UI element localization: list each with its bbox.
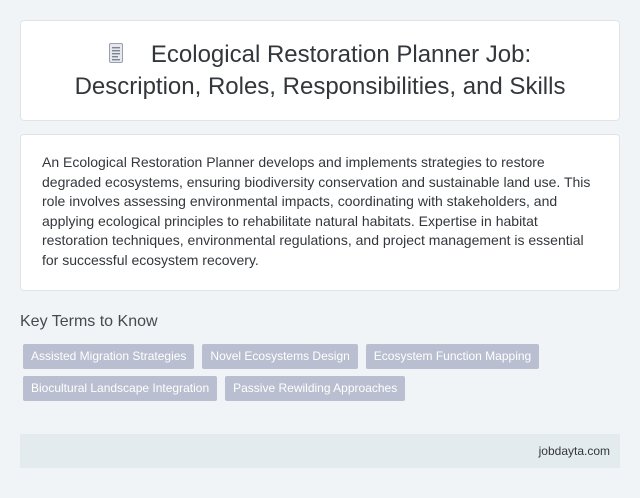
title-line-2: Description, Roles, Responsibilities, an… [74,72,566,100]
title-line-1: Ecological Restoration Planner Job: [150,40,532,68]
key-terms-heading: Key Terms to Know [20,313,158,330]
footer-site[interactable]: jobdayta.com [539,444,610,458]
tag-novel-ecosystems-design[interactable]: Novel Ecosystems Design [202,344,358,369]
description-card: An Ecological Restoration Planner develo… [20,134,620,291]
page-title: Ecological Restoration Planner Job: Desc… [75,39,566,103]
key-terms-tags: Assisted Migration Strategies Novel Ecos… [23,344,583,401]
document-icon [108,42,123,63]
tag-ecosystem-function-mapping[interactable]: Ecosystem Function Mapping [365,344,540,369]
footer: jobdayta.com [20,434,620,468]
job-description: An Ecological Restoration Planner develo… [42,154,591,268]
title-card: Ecological Restoration Planner Job: Desc… [20,20,620,121]
tag-passive-rewilding-approaches[interactable]: Passive Rewilding Approaches [225,376,406,401]
tag-biocultural-landscape-integration[interactable]: Biocultural Landscape Integration [23,376,218,401]
tag-assisted-migration-strategies[interactable]: Assisted Migration Strategies [23,344,195,369]
